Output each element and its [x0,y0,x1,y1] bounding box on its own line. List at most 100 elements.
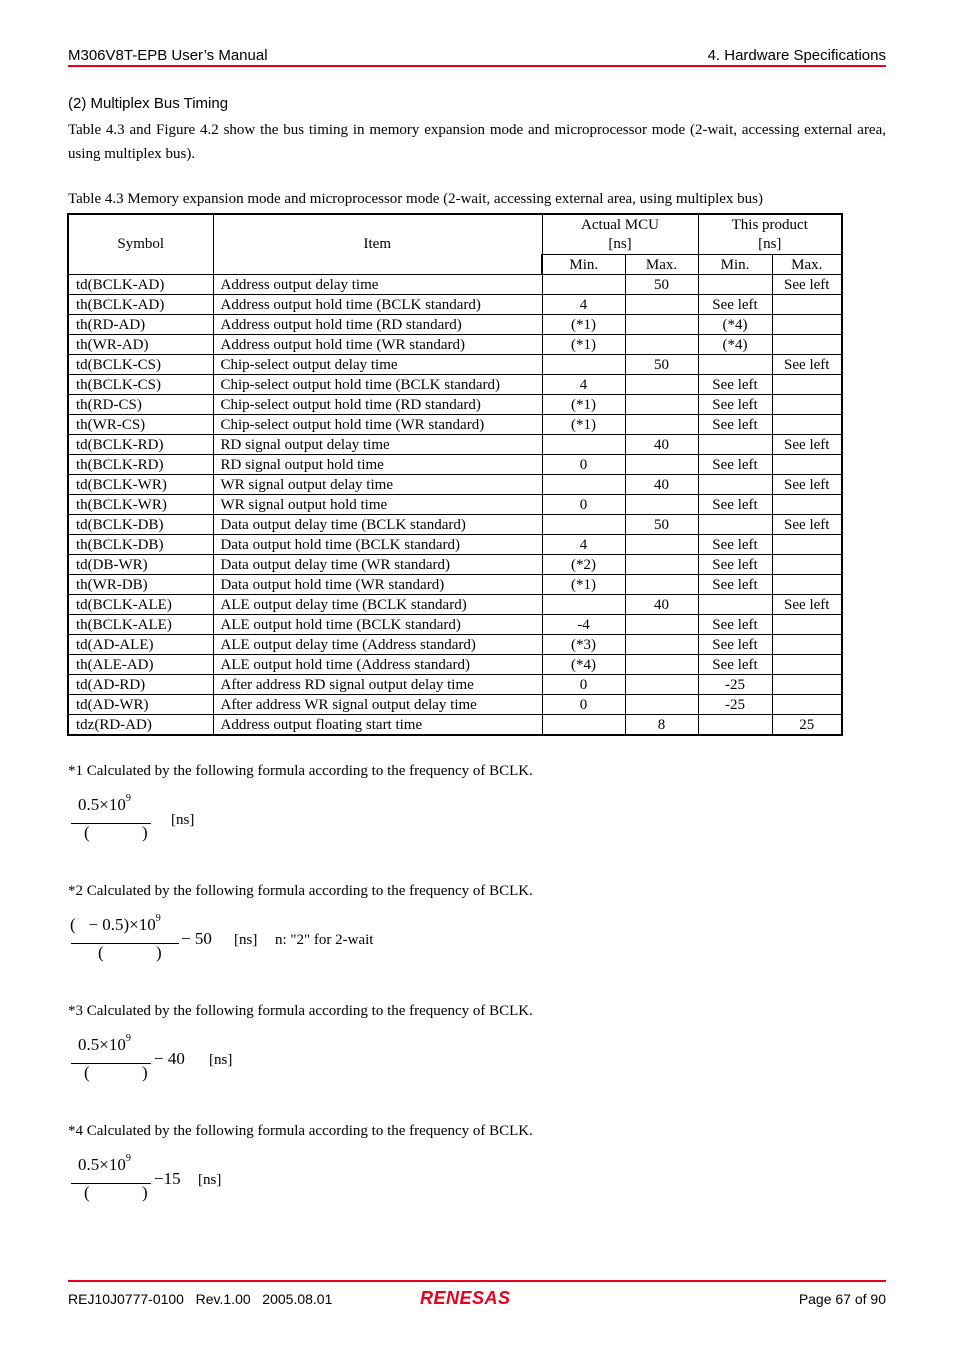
item-cell: WR signal output delay time [212,474,543,495]
mcu-min-cell [541,594,626,615]
table-row: td(BCLK-WR) WR signal output delay time 40… [67,474,843,495]
prod-max-cell [771,334,843,355]
timing-table: Symbol Item Actual MCU [ns] This product… [67,213,843,736]
mcu-min-cell [541,354,626,375]
prod-max-cell [771,694,843,715]
mcu-min-cell [541,514,626,535]
mcu-max-cell: 50 [624,514,699,535]
mcu-max-cell [624,654,699,675]
prod-min-cell [697,354,773,375]
prod-min-cell: See left [697,634,773,655]
footnote-text: *4 Calculated by the following formula a… [68,1123,533,1139]
left-paren: ( [84,1183,90,1202]
mcu-max-cell [624,394,699,415]
right-paren: ) [142,1183,148,1202]
prod-max-cell [771,394,843,415]
table-row: td(BCLK-CS) Chip-select output delay time… [67,354,843,375]
fraction-bar [71,823,151,824]
table-row: th(RD-CS) Chip-select output hold time (R… [67,394,843,415]
prod-min-cell: -25 [697,674,773,695]
mcu-max-cell [624,374,699,395]
header-symbol: Symbol [67,213,214,275]
prod-max-cell [771,654,843,675]
formula-denominator: () [84,823,148,843]
table-row: td(BCLK-DB) Data output delay time (BCLK … [67,514,843,535]
mcu-max-cell [624,534,699,555]
prod-min-cell: See left [697,554,773,575]
right-paren: ) [142,823,148,842]
section-intro: Table 4.3 and Figure 4.2 show the bus ti… [68,122,886,162]
symbol-cell: th(WR-CS) [67,414,214,435]
mcu-min-cell [541,714,626,736]
prod-min-cell: See left [697,654,773,675]
prod-max-cell [771,294,843,315]
table-row: th(BCLK-WR) WR signal output hold time 0 Se… [67,494,843,515]
symbol-cell: th(WR-DB) [67,574,214,595]
mcu-min-cell: -4 [541,614,626,635]
mcu-max-cell [624,674,699,695]
formula-numerator: 0.5×109 [78,1153,131,1175]
footer-rule [68,1280,886,1282]
formula-subtrahend: − 50 [181,929,212,948]
item-cell: ALE output hold time (BCLK standard) [212,614,543,635]
formula-unit: [ns] [198,1172,222,1188]
formula-unit: [ns] [171,812,195,828]
prod-max-cell: 25 [771,714,843,736]
mcu-max-cell [624,454,699,475]
table-row: td(AD-WR) After address WR signal output … [67,694,843,715]
formula-unit: [ns] [209,1052,233,1068]
symbol-cell: td(BCLK-ALE) [67,594,214,615]
mcu-max-cell [624,694,699,715]
mcu-max-cell [624,634,699,655]
prod-min-cell [697,594,773,615]
item-cell: Chip-select output delay time [212,354,543,375]
footer-page-number: Page 67 of 90 [798,1291,886,1307]
table-row: th(ALE-AD) ALE output hold time (Address … [67,654,843,675]
numerator-text: 0.5×10 [78,1155,126,1174]
left-paren: ( [84,823,90,842]
prod-max-cell [771,534,843,555]
prod-max-cell [771,634,843,655]
table-row: th(BCLK-CS) Chip-select output hold time … [67,374,843,395]
exponent: 9 [125,1153,131,1164]
left-paren: ( [84,1063,90,1082]
prod-max-cell [771,674,843,695]
mcu-max-cell [624,414,699,435]
mcu-max-cell: 40 [624,434,699,455]
symbol-cell: td(BCLK-AD) [67,274,214,295]
header-actual-mcu-unit: [ns] [608,235,632,252]
item-cell: Data output hold time (WR standard) [212,574,543,595]
header-this-product: This product [ns] [697,213,843,255]
prod-min-cell: See left [697,574,773,595]
prod-max-cell: See left [771,474,843,495]
symbol-cell: th(BCLK-ALE) [67,614,214,635]
prod-max-cell: See left [771,354,843,375]
symbol-cell: th(RD-AD) [67,314,214,335]
mcu-min-cell: 4 [541,534,626,555]
table-row: th(BCLK-ALE) ALE output hold time (BCLK s… [67,614,843,635]
formula-numerator: 0.5×109 [78,1033,131,1055]
prod-max-cell [771,494,843,515]
exponent: 9 [155,913,161,924]
footnote-text: *1 Calculated by the following formula a… [68,763,533,779]
symbol-cell: td(BCLK-DB) [67,514,214,535]
prod-min-cell: -25 [697,694,773,715]
table-row: th(BCLK-DB) Data output hold time (BCLK s… [67,534,843,555]
footer-doc-id: REJ10J0777-0100 Rev.1.00 2005.08.01 [68,1291,333,1307]
mcu-min-cell: (*1) [541,394,626,415]
item-cell: Address output floating start time [212,714,543,736]
mcu-min-cell: (*4) [541,654,626,675]
item-cell: After address WR signal output delay tim… [212,694,543,715]
prod-min-cell: See left [697,534,773,555]
symbol-cell: td(AD-RD) [67,674,214,695]
symbol-cell: th(BCLK-AD) [67,294,214,315]
prod-min-cell [697,274,773,295]
fraction-bar [71,1183,151,1184]
header-this-product-unit: [ns] [758,235,782,252]
prod-min-cell: See left [697,294,773,315]
prod-max-cell: See left [771,274,843,295]
prod-max-cell: See left [771,514,843,535]
item-cell: ALE output hold time (Address standard) [212,654,543,675]
prod-max-cell: See left [771,434,843,455]
numerator-text: 0.5×10 [78,795,126,814]
